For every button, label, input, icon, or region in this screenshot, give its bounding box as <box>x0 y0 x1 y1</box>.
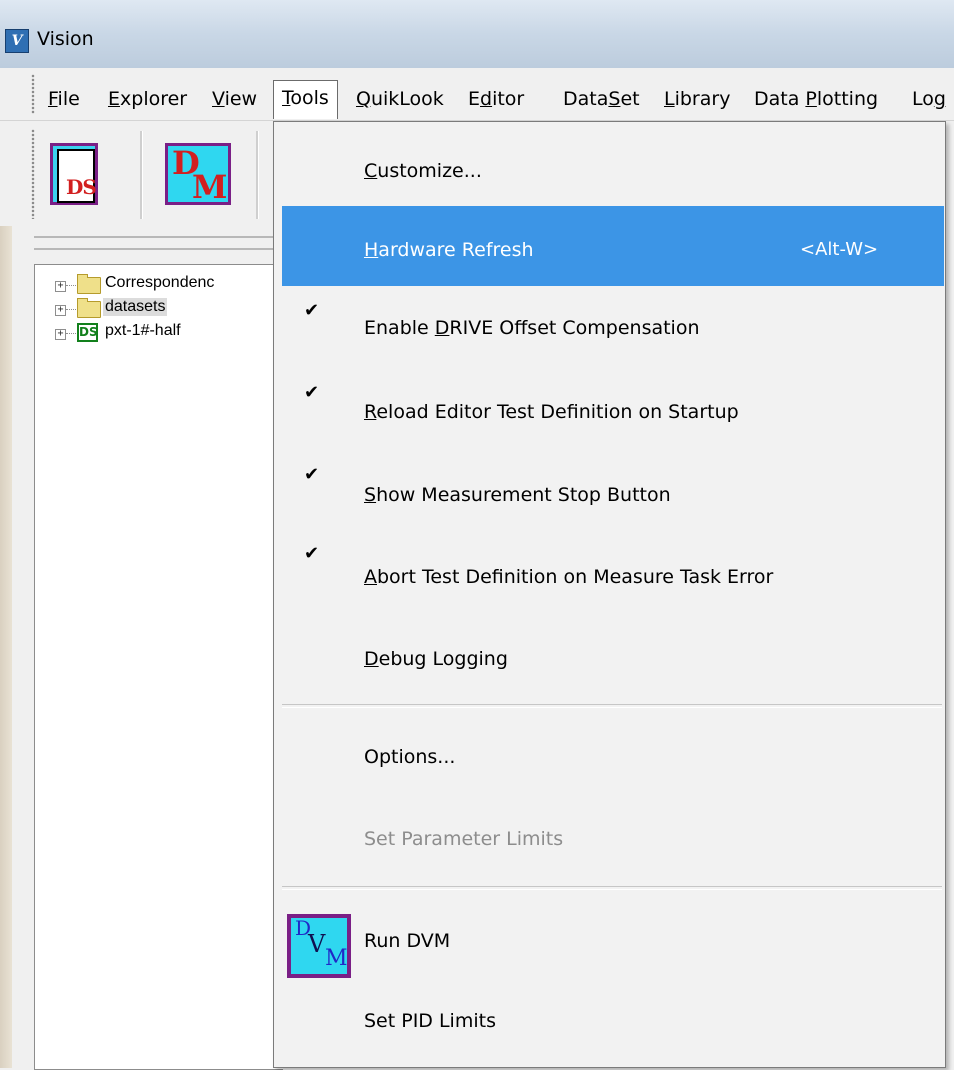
checkmark-icon: ✔ <box>304 464 320 485</box>
menu-item-set-parameter-limits: Set Parameter Limits <box>274 802 945 882</box>
menu-item-label: Set Parameter Limits <box>364 828 564 850</box>
menu-item-label: Set PID Limits <box>364 1010 496 1032</box>
page-icon: DS <box>57 149 97 203</box>
tools-dropdown-menu: Customize... Hardware Refresh <Alt-W> ✔ … <box>273 121 946 1068</box>
data-manager-icon[interactable]: D M <box>165 143 231 206</box>
menu-tools[interactable]: Tools <box>273 80 338 119</box>
toolbar-separator <box>140 131 143 219</box>
dataset-icon[interactable]: DS <box>50 143 98 205</box>
vision-app-icon: V <box>5 29 29 53</box>
menu-view[interactable]: View <box>212 86 257 112</box>
menu-item-options[interactable]: Options... <box>274 720 945 800</box>
menu-data-plotting[interactable]: Data Plotting <box>754 86 878 112</box>
menu-item-enable-drive-offset[interactable]: ✔ Enable DRIVE Offset Compensation <box>274 290 945 370</box>
menu-item-label: Show Measurement Stop Button <box>364 484 671 506</box>
menu-item-label: Abort Test Definition on Measure Task Er… <box>364 566 774 588</box>
menu-item-customize[interactable]: Customize... <box>274 128 945 208</box>
menu-item-label: Hardware Refresh <box>364 239 534 261</box>
dm-icon-letter-m: M <box>192 168 228 206</box>
menubar-grip[interactable] <box>31 74 35 114</box>
checkmark-icon: ✔ <box>304 382 320 403</box>
tree-connector <box>66 285 76 286</box>
menu-editor[interactable]: Editor <box>468 86 524 112</box>
menu-item-label: Customize... <box>364 160 482 182</box>
menu-item-hardware-refresh[interactable]: Hardware Refresh <Alt-W> <box>282 206 944 286</box>
ds-icon-letters: DS <box>66 175 97 199</box>
title-bar: V Vision <box>0 0 954 69</box>
menu-log[interactable]: Log <box>912 86 946 112</box>
window-left-edge <box>0 226 12 1068</box>
menu-dataset[interactable]: DataSet <box>563 86 640 112</box>
tree-node-label: datasets <box>103 298 168 316</box>
menu-item-label: Run DVM <box>364 930 451 952</box>
folder-icon <box>77 274 101 294</box>
explorer-panel-header[interactable] <box>34 236 274 250</box>
tree-connector <box>66 309 76 310</box>
menu-item-shortcut: <Alt-W> <box>800 239 879 260</box>
tree-node-label: pxt-1#-half <box>105 322 181 339</box>
dvm-icon: D V M <box>287 914 351 978</box>
checkmark-icon: ✔ <box>304 543 320 564</box>
menu-explorer[interactable]: Explorer <box>108 86 187 112</box>
menu-item-set-pid-limits[interactable]: Set PID Limits <box>274 984 945 1064</box>
dataset-node-icon: DS <box>77 323 98 342</box>
menu-file[interactable]: File <box>48 86 80 112</box>
tree-connector <box>66 333 76 334</box>
folder-icon <box>77 298 101 318</box>
dvm-icon-letter-m: M <box>325 946 348 971</box>
menu-item-reload-editor[interactable]: ✔ Reload Editor Test Definition on Start… <box>274 372 945 452</box>
menu-item-label: Reload Editor Test Definition on Startup <box>364 401 739 423</box>
menu-separator <box>282 704 942 708</box>
toolbar-separator <box>256 131 259 219</box>
menu-bar: File Explorer View Tools QuikLook Editor… <box>0 68 954 121</box>
toolbar-grip[interactable] <box>31 129 35 219</box>
menu-item-run-dvm[interactable]: D V M Run DVM <box>274 902 945 982</box>
explorer-tree[interactable]: + Correspondenc + datasets + DS pxt-1#-h… <box>34 264 283 1070</box>
menu-library[interactable]: Library <box>664 86 730 112</box>
menu-item-label: Debug Logging <box>364 648 508 670</box>
menu-item-debug-logging[interactable]: Debug Logging <box>274 622 945 702</box>
menu-quiklook[interactable]: QuikLook <box>356 86 444 112</box>
expand-icon[interactable]: + <box>55 329 66 340</box>
menu-item-label: Enable DRIVE Offset Compensation <box>364 317 700 339</box>
window-title: Vision <box>37 28 94 50</box>
menu-separator <box>282 886 942 890</box>
dvm-icon-letter-v: V <box>308 930 326 958</box>
expand-icon[interactable]: + <box>55 281 66 292</box>
menu-item-show-stop-button[interactable]: ✔ Show Measurement Stop Button <box>274 455 945 535</box>
menu-item-abort-test-definition[interactable]: ✔ Abort Test Definition on Measure Task … <box>274 538 945 618</box>
checkmark-icon: ✔ <box>304 300 320 321</box>
tree-node-label: Correspondenc <box>105 274 215 291</box>
menu-item-label: Options... <box>364 746 456 768</box>
expand-icon[interactable]: + <box>55 305 66 316</box>
